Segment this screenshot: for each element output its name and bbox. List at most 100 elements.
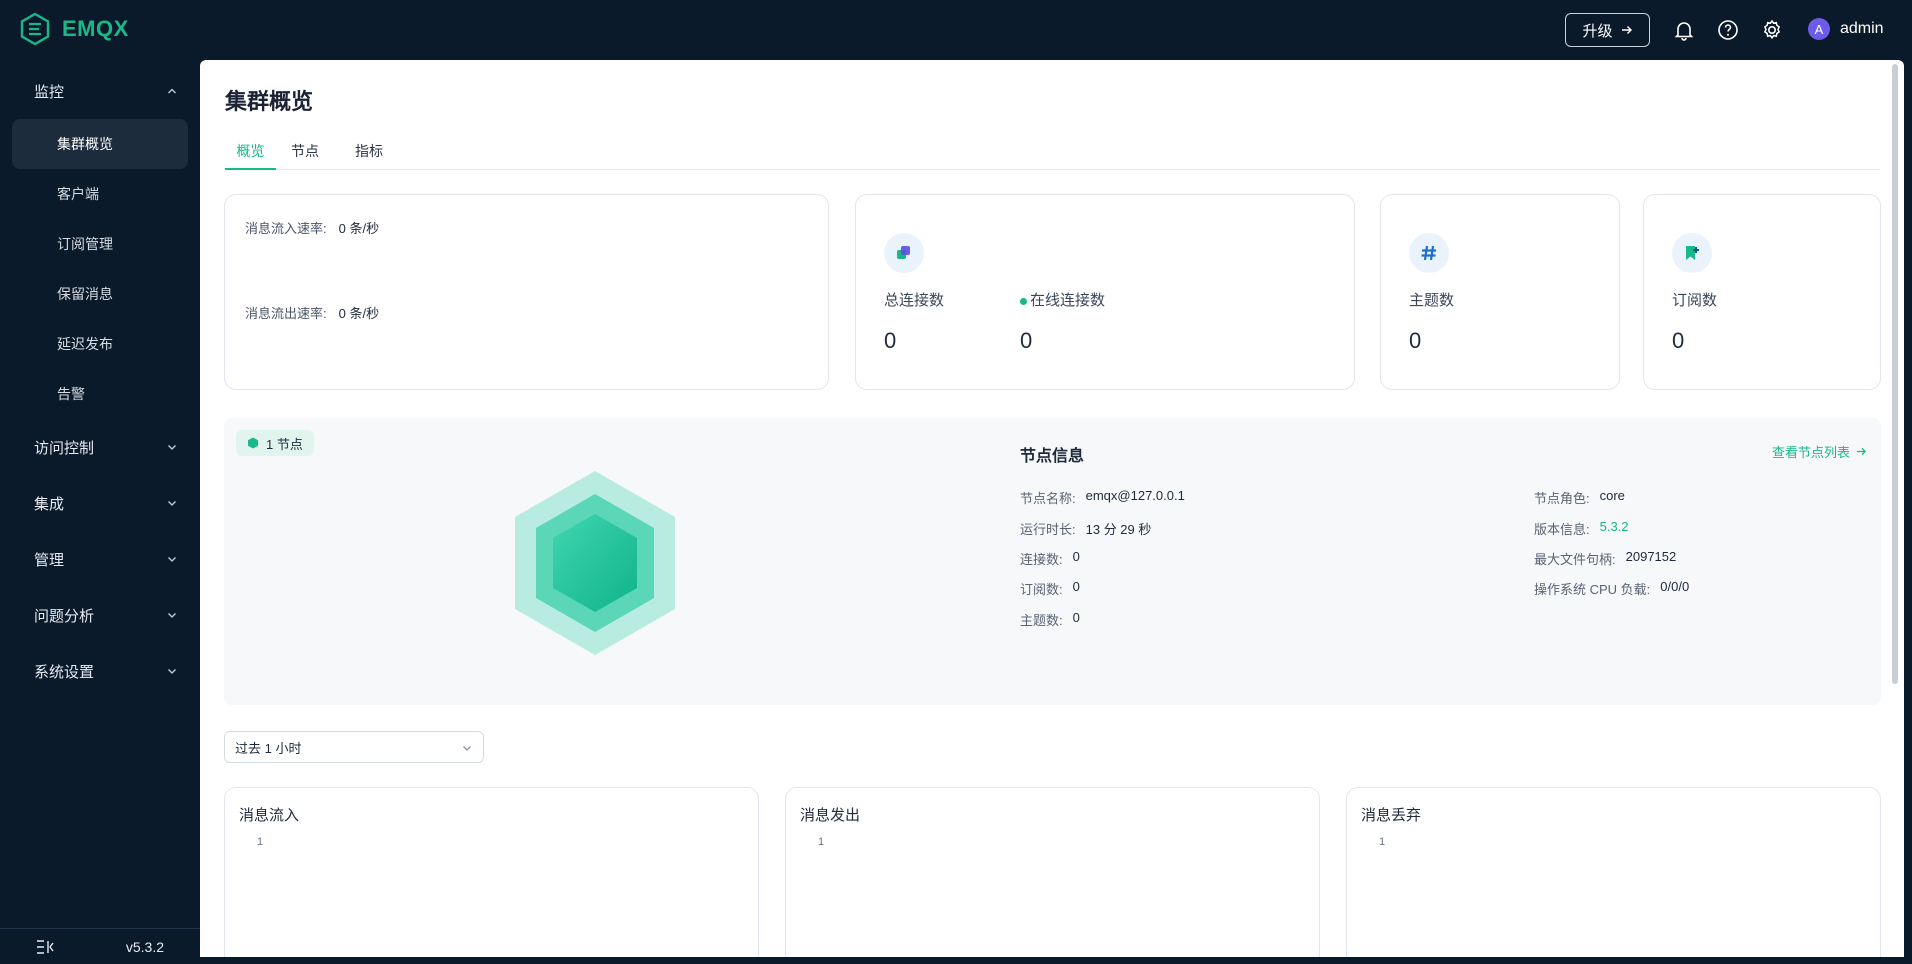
kv-label: 操作系统 CPU 负载: [1534,582,1651,597]
node-hexagon-graphic[interactable] [514,470,676,656]
chevron-up-icon [168,88,176,94]
chart-title: 消息流入 [239,807,300,824]
bell-icon[interactable] [1672,18,1696,42]
node-connections-value: 0 [1072,549,1080,564]
sidebar-item-label: 集群概览 [57,136,113,152]
chart-y-tick: 1 [257,836,264,848]
online-connections-label-wrap: 在线连接数 [1020,289,1105,310]
menu-group-access-control[interactable]: 访问控制 [0,427,200,467]
rate-out-row: 消息流出速率: 0 条/秒 [245,303,379,322]
logo-text: EMQX [62,16,129,41]
node-topics-value: 0 [1072,610,1080,625]
sidebar-item-delayed[interactable]: 延迟发布 [12,319,188,369]
view-node-list-label: 查看节点列表 [1772,445,1851,460]
rate-in-value: 0 条/秒 [338,221,380,236]
chevron-down-icon [463,746,471,751]
online-connections-label: 在线连接数 [1030,292,1106,309]
gear-icon[interactable] [1760,18,1784,42]
node-role-row: 节点角色: core [1534,488,1625,507]
node-info-title: 节点信息 [1020,448,1085,465]
time-range-value: 过去 1 小时 [235,740,302,756]
max-fds-value: 2097152 [1625,549,1677,564]
rate-out-value: 0 条/秒 [338,306,380,321]
node-panel: 1 节点 节点信息 查看节点列表 节点名称: emqx@127.0.0.1 运行时… [224,418,1881,705]
chevron-down-icon [168,501,176,506]
rate-in-label: 消息流入速率: [245,221,327,236]
main-content: 集群概览 概览 节点 指标 消息流入速率: 0 条/秒 消息流出速率: 0 条/… [200,60,1904,957]
menu-group-label: 问题分析 [34,607,95,625]
menu-group-label: 监控 [34,83,65,101]
chart-title: 消息丢弃 [1361,807,1422,824]
chevron-down-icon [168,557,176,562]
menu-group-monitor[interactable]: 监控 [0,71,200,111]
menu-group-label: 访问控制 [34,439,95,457]
online-status-dot [1020,297,1027,305]
kv-label: 节点名称: [1020,491,1076,506]
tab-bar: 概览 节点 指标 [225,138,1880,170]
uptime-row: 运行时长: 13 分 29 秒 [1020,519,1151,538]
time-range-select[interactable]: 过去 1 小时 [224,731,484,763]
arrow-right-icon [1856,447,1867,456]
rate-out-label: 消息流出速率: [245,306,327,321]
chevron-down-icon [168,669,176,674]
kv-label: 版本信息: [1534,522,1590,537]
node-topics-row: 主题数: 0 [1020,610,1080,629]
node-subscriptions-value: 0 [1072,579,1080,594]
messages-received-chart: 消息流入 1 [224,787,759,957]
topics-label: 主题数 [1409,292,1455,309]
cpu-load-value: 0/0/0 [1660,579,1690,594]
username: admin [1840,20,1884,37]
node-name-row: 节点名称: emqx@127.0.0.1 [1020,488,1185,507]
version-info-value[interactable]: 5.3.2 [1600,519,1629,538]
menu-group-diagnose[interactable]: 问题分析 [0,595,200,635]
sidebar-item-clients[interactable]: 客户端 [12,169,188,219]
upgrade-label: 升级 [1582,22,1613,40]
sidebar-item-alarms[interactable]: 告警 [12,369,188,419]
kv-label: 节点角色: [1534,491,1590,506]
menu-group-label: 管理 [34,551,65,569]
help-icon[interactable] [1716,18,1740,42]
avatar: A [1808,18,1830,40]
sidebar-item-label: 延迟发布 [57,336,113,352]
messages-sent-chart: 消息发出 1 [785,787,1320,957]
max-fds-row: 最大文件句柄: 2097152 [1534,549,1676,568]
connections-icon [884,233,924,273]
logo[interactable]: EMQX [18,12,129,46]
page-title: 集群概览 [225,89,314,114]
tab-label: 指标 [355,143,383,159]
cpu-load-row: 操作系统 CPU 负载: 0/0/0 [1534,579,1689,598]
menu-group-system-settings[interactable]: 系统设置 [0,651,200,691]
node-connections-row: 连接数: 0 [1020,549,1080,568]
tab-label: 节点 [291,143,319,159]
node-count-label: 1 节点 [266,436,303,452]
view-node-list-link[interactable]: 查看节点列表 [1772,442,1867,461]
node-role-value: core [1599,488,1625,503]
subscriptions-card: 订阅数 0 [1643,194,1881,390]
kv-label: 订阅数: [1020,582,1063,597]
sidebar: 监控 集群概览 客户端 订阅管理 保留消息 延迟发布 告警 访问控制 集成 管理… [0,60,200,964]
online-connections-value: 0 [1020,328,1033,353]
upgrade-button[interactable]: 升级 [1565,13,1650,47]
collapse-sidebar-icon[interactable] [36,939,54,954]
sidebar-item-cluster-overview[interactable]: 集群概览 [12,119,188,169]
menu-group-management[interactable]: 管理 [0,539,200,579]
total-connections-value: 0 [884,328,897,353]
bookmark-plus-icon [1672,233,1712,273]
user-menu[interactable]: A admin [1808,18,1884,40]
tab-nodes[interactable]: 节点 [284,138,326,170]
tab-metrics[interactable]: 指标 [348,138,390,170]
menu-group-integration[interactable]: 集成 [0,483,200,523]
scrollbar[interactable] [1892,64,1898,684]
tab-overview[interactable]: 概览 [225,138,276,170]
sidebar-item-retained[interactable]: 保留消息 [12,269,188,319]
sidebar-item-subscriptions[interactable]: 订阅管理 [12,219,188,269]
version-info-row: 版本信息: 5.3.2 [1534,519,1629,538]
subscriptions-label: 订阅数 [1672,292,1718,309]
connections-card: 总连接数 0 在线连接数 0 [855,194,1355,390]
version-label: v5.3.2 [125,938,164,955]
node-subscriptions-row: 订阅数: 0 [1020,579,1080,598]
sidebar-item-label: 订阅管理 [57,236,113,252]
menu-group-label: 系统设置 [34,663,95,681]
tab-label: 概览 [236,143,265,159]
menu-group-label: 集成 [34,495,65,513]
